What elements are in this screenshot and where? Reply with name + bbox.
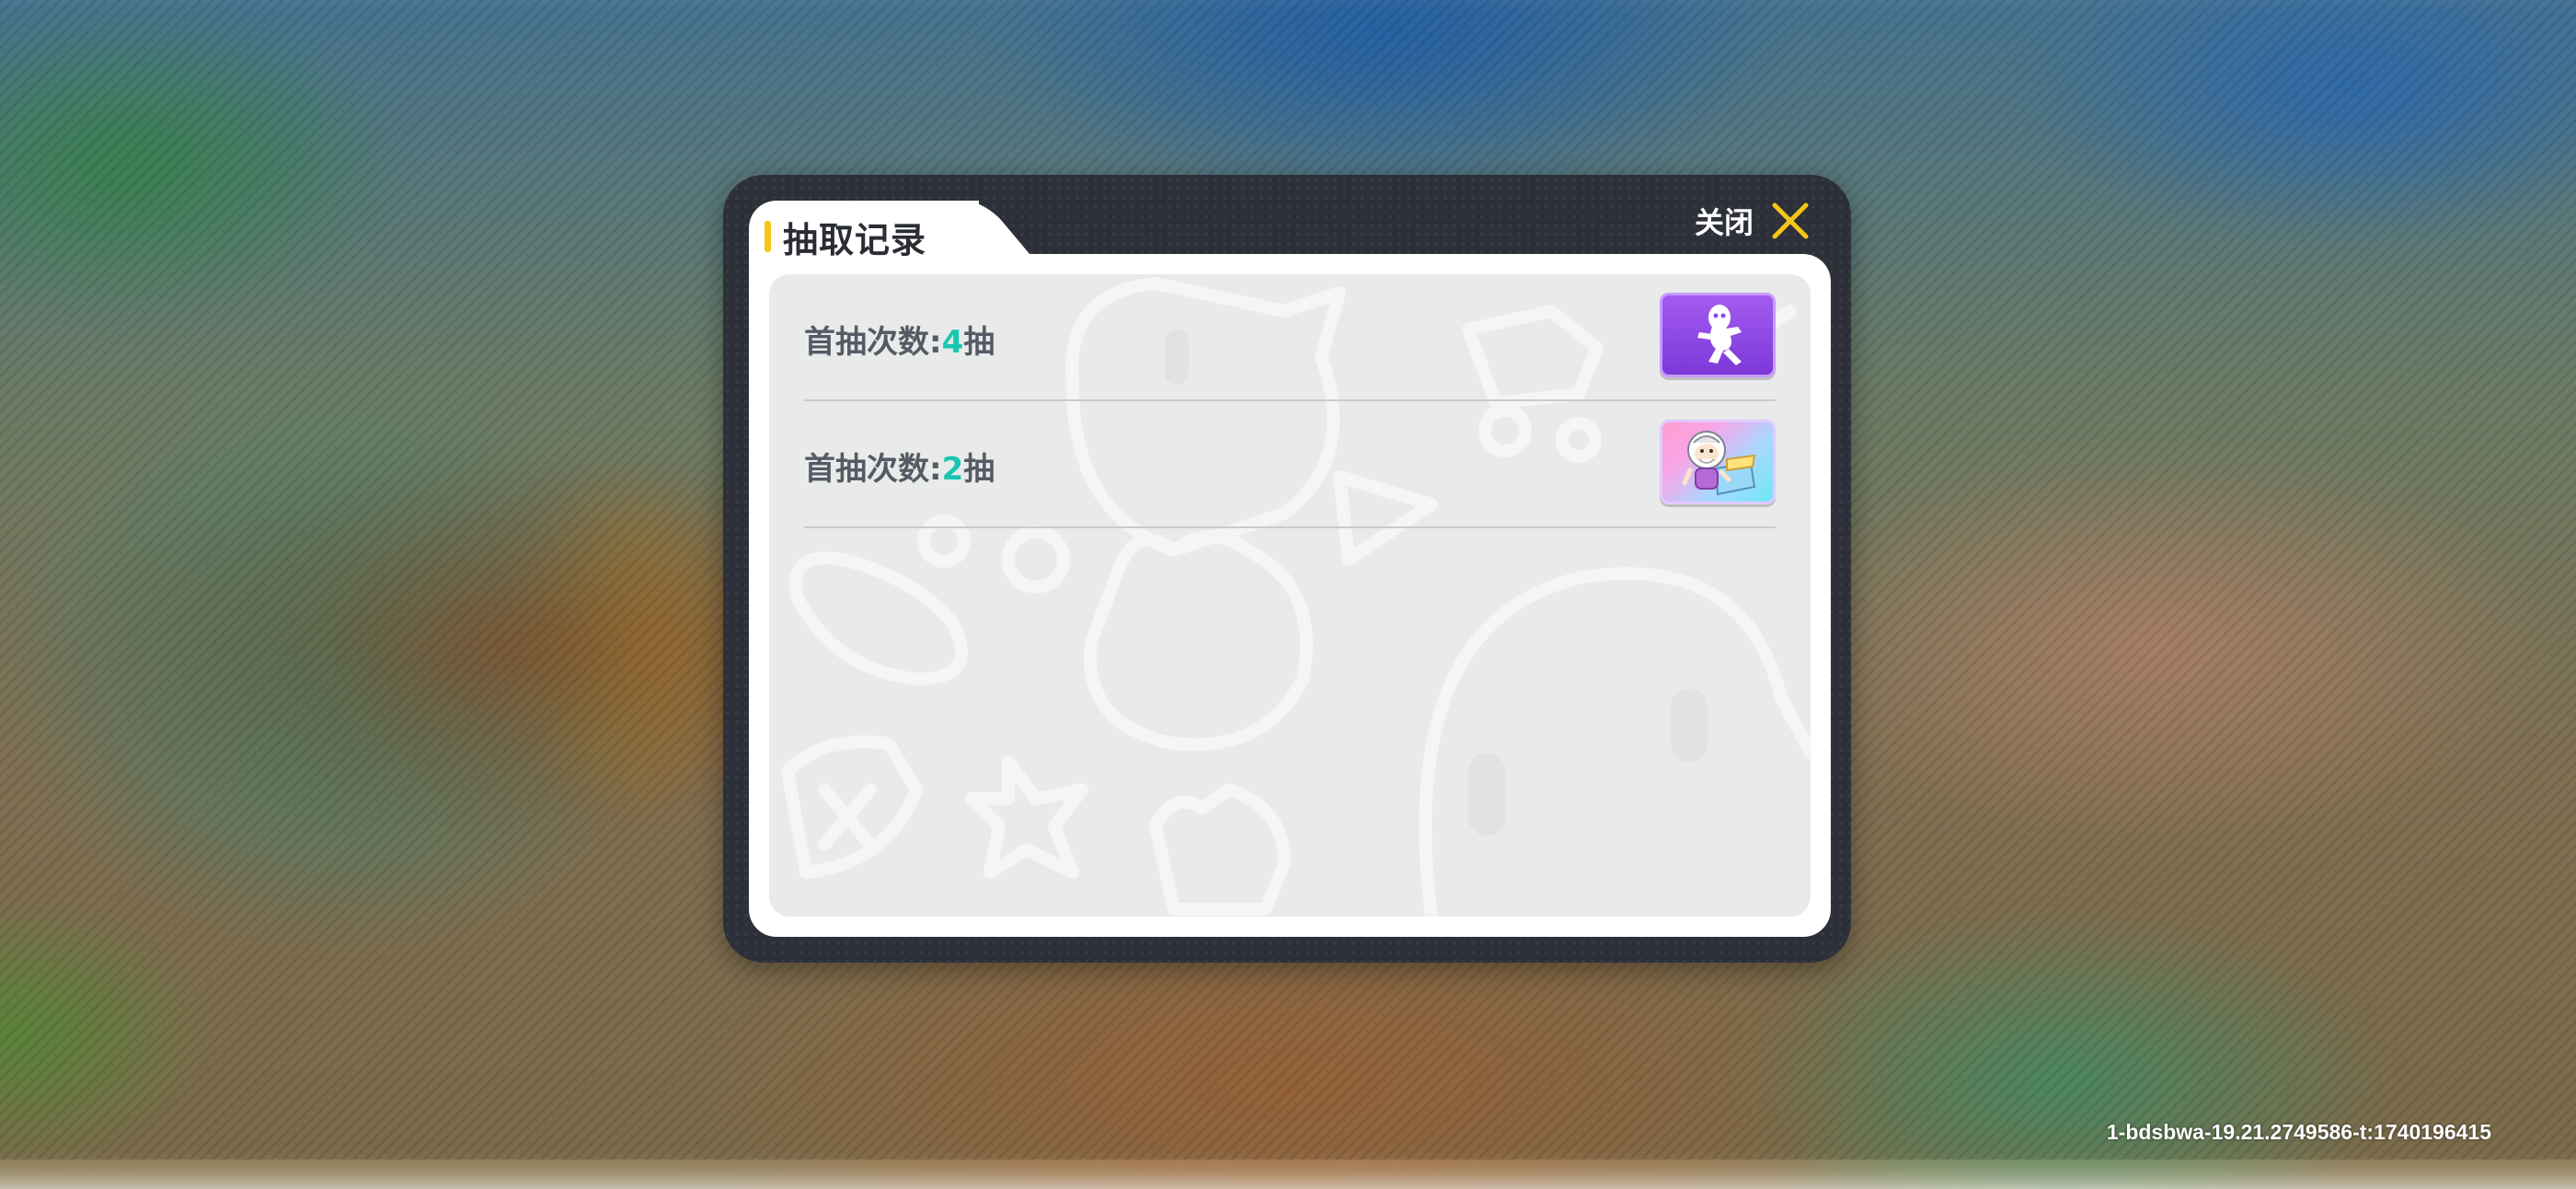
draw-record-dialog: 抽取记录 关闭 首抽次数:4抽 首抽次数:2抽 <box>723 175 1851 963</box>
draw-count-text: 首抽次数:2抽 <box>804 451 995 488</box>
title-accent-bar <box>765 221 771 252</box>
purple-character-card-icon[interactable] <box>1660 293 1776 377</box>
list-item: 首抽次数:4抽 <box>804 274 1776 401</box>
sheep-elder-character-card-icon[interactable] <box>1660 420 1776 504</box>
close-icon[interactable] <box>1770 201 1811 241</box>
draw-count-number: 4 <box>941 324 964 361</box>
close-label: 关闭 <box>1694 205 1754 240</box>
close-button[interactable]: 关闭 <box>1695 195 1811 247</box>
record-list[interactable]: 首抽次数:4抽 首抽次数:2抽 <box>769 274 1811 917</box>
draw-count-number: 2 <box>941 451 964 488</box>
draw-count-text: 首抽次数:4抽 <box>804 324 995 361</box>
dialog-title: 抽取记录 <box>783 220 927 260</box>
build-version-text: 1-bdsbwa-19.21.2749586-t:1740196415 <box>2106 1120 2491 1144</box>
dialog-content-panel: 首抽次数:4抽 首抽次数:2抽 <box>749 254 1831 937</box>
list-item: 首抽次数:2抽 <box>804 401 1776 528</box>
